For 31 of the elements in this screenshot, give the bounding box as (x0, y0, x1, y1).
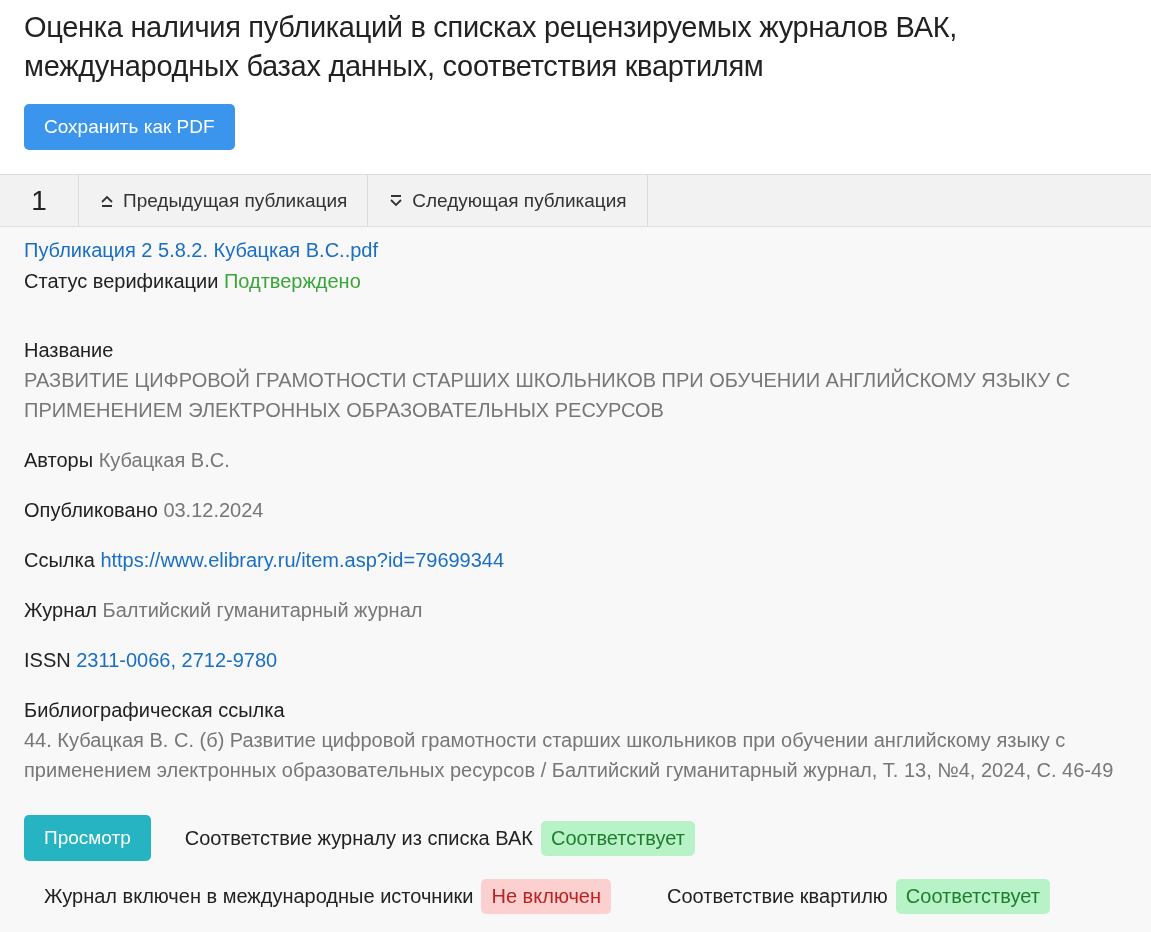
field-label: Журнал (24, 599, 97, 622)
field-value: Кубацкая В.С. (98, 449, 230, 472)
field-value: РАЗВИТИЕ ЦИФРОВОЙ ГРАМОТНОСТИ СТАРШИХ ШКОЛЬНИКОВ ПРИ ОБУЧЕНИИ АНГЛИЙСКОМУ ЯЗЫКУ С ПРИМЕНЕНИЕМ ЭЛЕКТРОННЫХ ОБРАЗОВАТЕЛЬНЫХ РЕСУРСОВ (24, 367, 1072, 424)
view-button[interactable]: Просмотр (24, 815, 151, 862)
status-value: Подтверждено (223, 270, 361, 293)
field-value: Балтийский гуманитарный журнал (102, 599, 423, 622)
field-link[interactable]: 2311-0066, (76, 649, 176, 672)
field-label: Авторы (24, 449, 94, 472)
status-badge: Соответствует (895, 879, 1050, 915)
down-chevron-icon (388, 192, 405, 209)
check-label: Соответствие квартилю (667, 885, 888, 909)
page-title: Оценка наличия публикаций в списках рецензируемых журналов ВАК, международных базах данных, соответствия квартилям (24, 10, 959, 85)
field-value: 44. Кубацкая В. С. (б) Развитие цифровой грамотности старших школьников при обучении английскому языку с применением электронных образовательных ресурсов / Балтийский гуманитарный журнал, Т. 13, №4, 2024, С. 46-49 (24, 728, 1115, 784)
field-link[interactable]: 2712-9780 (181, 649, 278, 672)
field-value: 03.12.2024 (163, 499, 264, 522)
status-badge: Соответствует (540, 820, 695, 856)
save-pdf-button[interactable]: Сохранить как PDF (24, 104, 235, 151)
field-label: ISSN (24, 649, 71, 672)
publication-number: 1 (0, 175, 79, 227)
file-link[interactable]: Публикация 2 5.8.2. Кубацкая В.С..pdf (24, 239, 378, 263)
field-label: Библиографическая ссылка (24, 699, 285, 722)
field-link[interactable]: https://www.elibrary.ru/item.asp?id=79699344 (100, 549, 505, 572)
previous-button[interactable]: Предыдущая публикация (79, 175, 369, 227)
check-label: Соответствие журналу из списка ВАК (184, 826, 533, 850)
field-label: Ссылка (24, 549, 95, 572)
field-label: Опубликовано (24, 499, 158, 522)
status-label: Статус верификации (24, 270, 219, 293)
next-button[interactable]: Следующая публикация (368, 175, 648, 227)
field-label: Название (24, 339, 114, 362)
check-label: Журнал включен в международные источники (44, 885, 474, 909)
status-badge: Не включен (481, 879, 612, 915)
